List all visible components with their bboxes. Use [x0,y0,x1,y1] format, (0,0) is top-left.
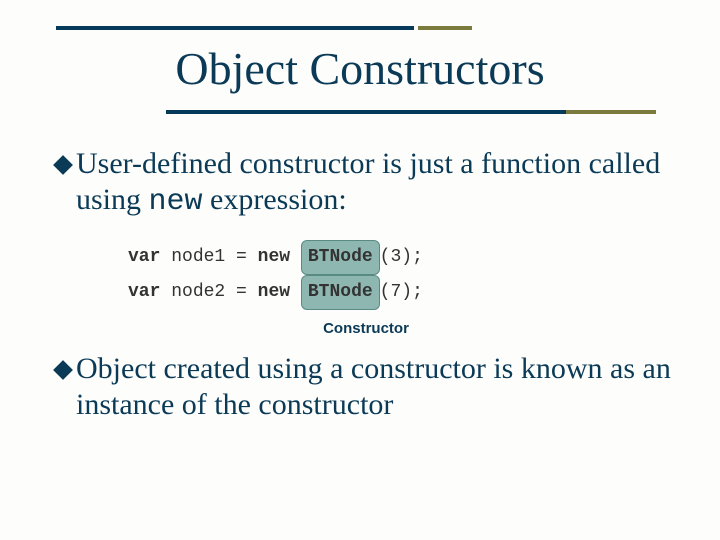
rule-mid-accent [566,110,656,114]
kw-new: new [258,243,290,272]
slide: Object Constructors User-defined constru… [0,0,720,540]
rule-top-accent [418,26,472,30]
code-block: var node1 = new BTNode(3); var node2 = n… [128,240,676,310]
kw-new: new [258,278,290,307]
bullet-1-text: User-defined constructor is just a funct… [76,146,676,220]
slide-title: Object Constructors [0,42,720,95]
bullet-2-pre: Object created using a constructor is kn… [76,352,671,421]
bullet-1-mono: new [149,185,203,219]
slide-body: User-defined constructor is just a funct… [56,146,676,443]
rule-top [56,26,414,30]
arg-1: 3 [390,243,401,272]
code-line-2: var node2 = new BTNode(7); [128,275,676,310]
diamond-bullet-icon [53,360,73,380]
diamond-bullet-icon [53,155,73,175]
lhs-2: node2 [171,278,225,307]
ctor-highlight: BTNode [301,240,380,275]
constructor-label: Constructor [56,320,676,337]
kw-var: var [128,278,160,307]
kw-var: var [128,243,160,272]
bullet-1-post: expression: [203,183,347,216]
arg-2: 7 [390,278,401,307]
lhs-1: node1 [171,243,225,272]
bullet-2: Object created using a constructor is kn… [56,351,676,423]
ctor-highlight: BTNode [301,275,380,310]
bullet-2-text: Object created using a constructor is kn… [76,351,676,423]
bullet-1: User-defined constructor is just a funct… [56,146,676,220]
code-line-1: var node1 = new BTNode(3); [128,240,676,275]
